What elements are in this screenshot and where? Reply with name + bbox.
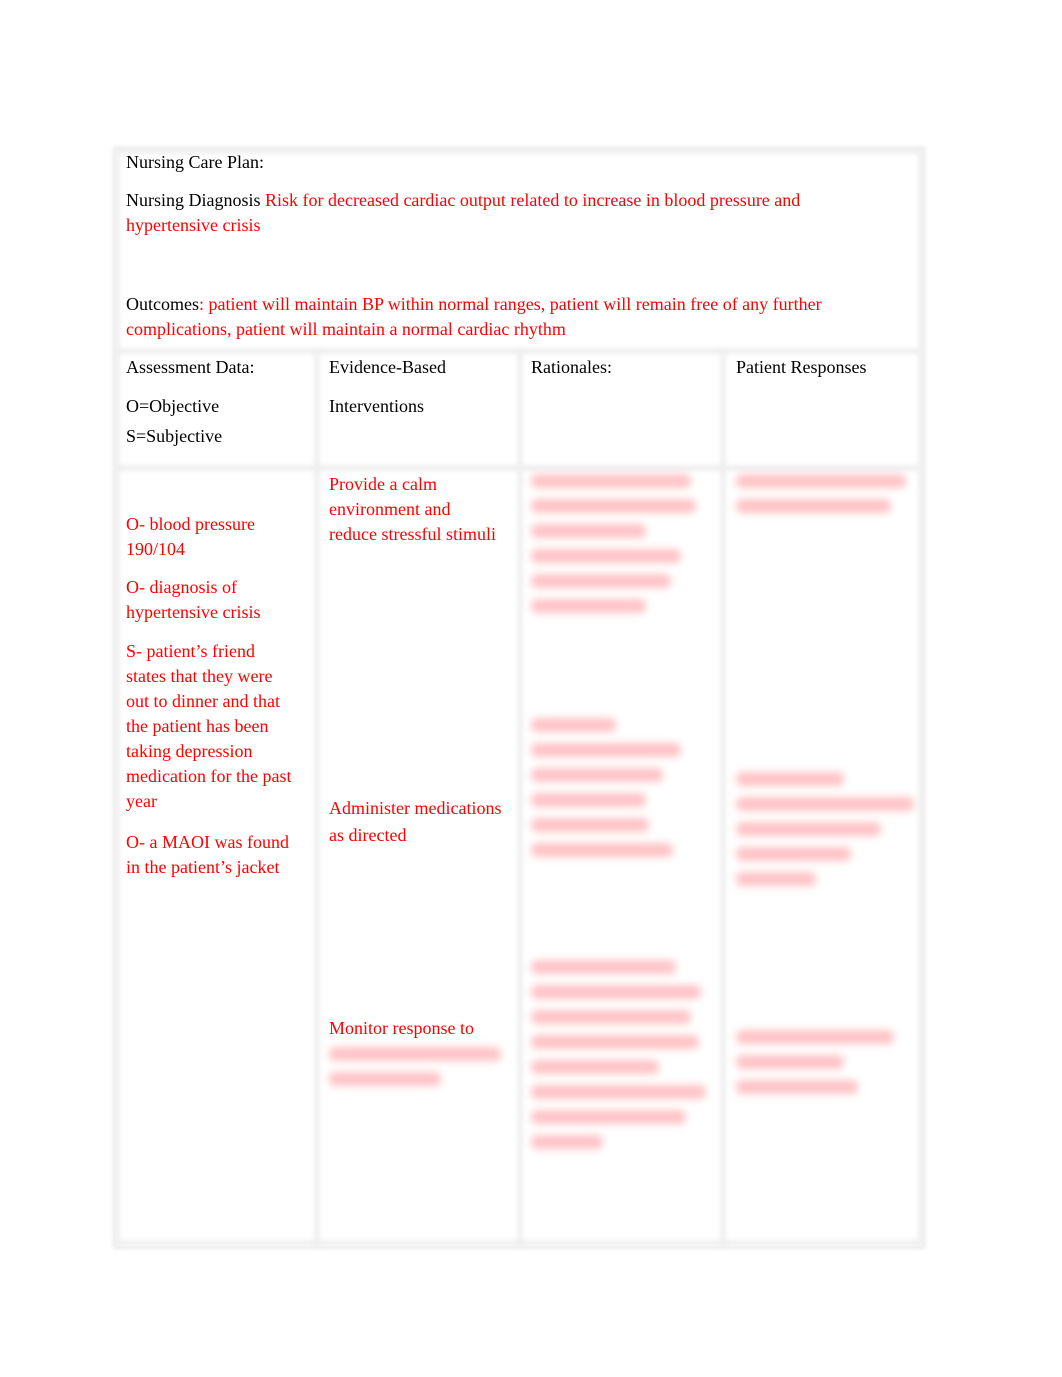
intervention-item: Administer medications as directed <box>329 795 501 849</box>
rationale-item-blurred <box>531 474 696 624</box>
header-rationales: Rationales: <box>531 355 612 380</box>
line: O- a MAOI was found <box>126 832 289 852</box>
header-responses: Patient Responses <box>736 355 867 380</box>
line: medication for the past <box>126 766 292 786</box>
line: year <box>126 791 157 811</box>
assessment-item: O- blood pressure 190/104 <box>126 512 255 562</box>
header-label: Assessment Data: <box>126 357 255 377</box>
rationale-item-blurred <box>531 718 681 868</box>
intervention-item: Provide a calm environment and reduce st… <box>329 472 496 547</box>
assessment-item: O- a MAOI was found in the patient’s jac… <box>126 830 289 880</box>
column-divider <box>114 148 120 1246</box>
header-label: Interventions <box>329 396 424 416</box>
response-item-blurred <box>736 772 914 897</box>
line: in the patient’s jacket <box>126 857 280 877</box>
line: the patient has been <box>126 716 269 736</box>
line: S- patient’s friend <box>126 641 255 661</box>
line: 190/104 <box>126 539 186 559</box>
column-divider <box>720 350 726 1246</box>
blurred-text <box>329 1047 501 1097</box>
diagnosis-label: Nursing Diagnosis <box>126 190 261 210</box>
line: O- blood pressure <box>126 514 255 534</box>
rationale-item-blurred <box>531 960 706 1160</box>
intervention-item: Monitor response to <box>329 1016 474 1041</box>
diagnosis-text: Risk for decreased cardiac output relate… <box>265 190 801 210</box>
line: O- diagnosis of <box>126 577 237 597</box>
diagnosis-text-continued: hypertensive crisis <box>126 215 261 235</box>
line: Monitor response to <box>329 1018 474 1038</box>
outcomes: Outcomes: patient will maintain BP withi… <box>126 292 916 342</box>
header-interventions: Evidence-Based Interventions <box>329 355 446 419</box>
outcomes-text: : patient will maintain BP within normal… <box>198 294 822 314</box>
document-page: Nursing Care Plan: Nursing Diagnosis Ris… <box>0 0 1062 1377</box>
column-divider <box>517 350 523 1246</box>
column-divider <box>314 350 320 1246</box>
line: environment and <box>329 499 451 519</box>
page-title: Nursing Care Plan: <box>126 152 264 172</box>
outcomes-text-continued: complications, patient will maintain a n… <box>126 319 566 339</box>
header-assessment: Assessment Data: O=Objective S=Subjectiv… <box>126 355 254 449</box>
line: Administer medications <box>329 798 502 818</box>
header-label: S=Subjective <box>126 426 223 446</box>
header-label: Rationales: <box>531 357 612 377</box>
line: taking depression <box>126 741 253 761</box>
line: hypertensive crisis <box>126 602 261 622</box>
line: Provide a calm <box>329 474 437 494</box>
line: states that they were <box>126 666 273 686</box>
header-label: Evidence-Based <box>329 357 446 377</box>
nursing-diagnosis: Nursing Diagnosis Risk for decreased car… <box>126 188 906 238</box>
outcomes-label: Outcomes <box>126 294 199 314</box>
column-divider <box>918 148 924 1246</box>
assessment-item: S- patient’s friend states that they wer… <box>126 639 291 814</box>
response-item-blurred <box>736 474 906 524</box>
header-label: Patient Responses <box>736 357 867 377</box>
line: out to dinner and that <box>126 691 280 711</box>
response-item-blurred <box>736 1030 894 1105</box>
header-label: O=Objective <box>126 396 220 416</box>
assessment-item: O- diagnosis of hypertensive crisis <box>126 575 260 625</box>
line: reduce stressful stimuli <box>329 524 496 544</box>
line: as directed <box>329 825 407 845</box>
